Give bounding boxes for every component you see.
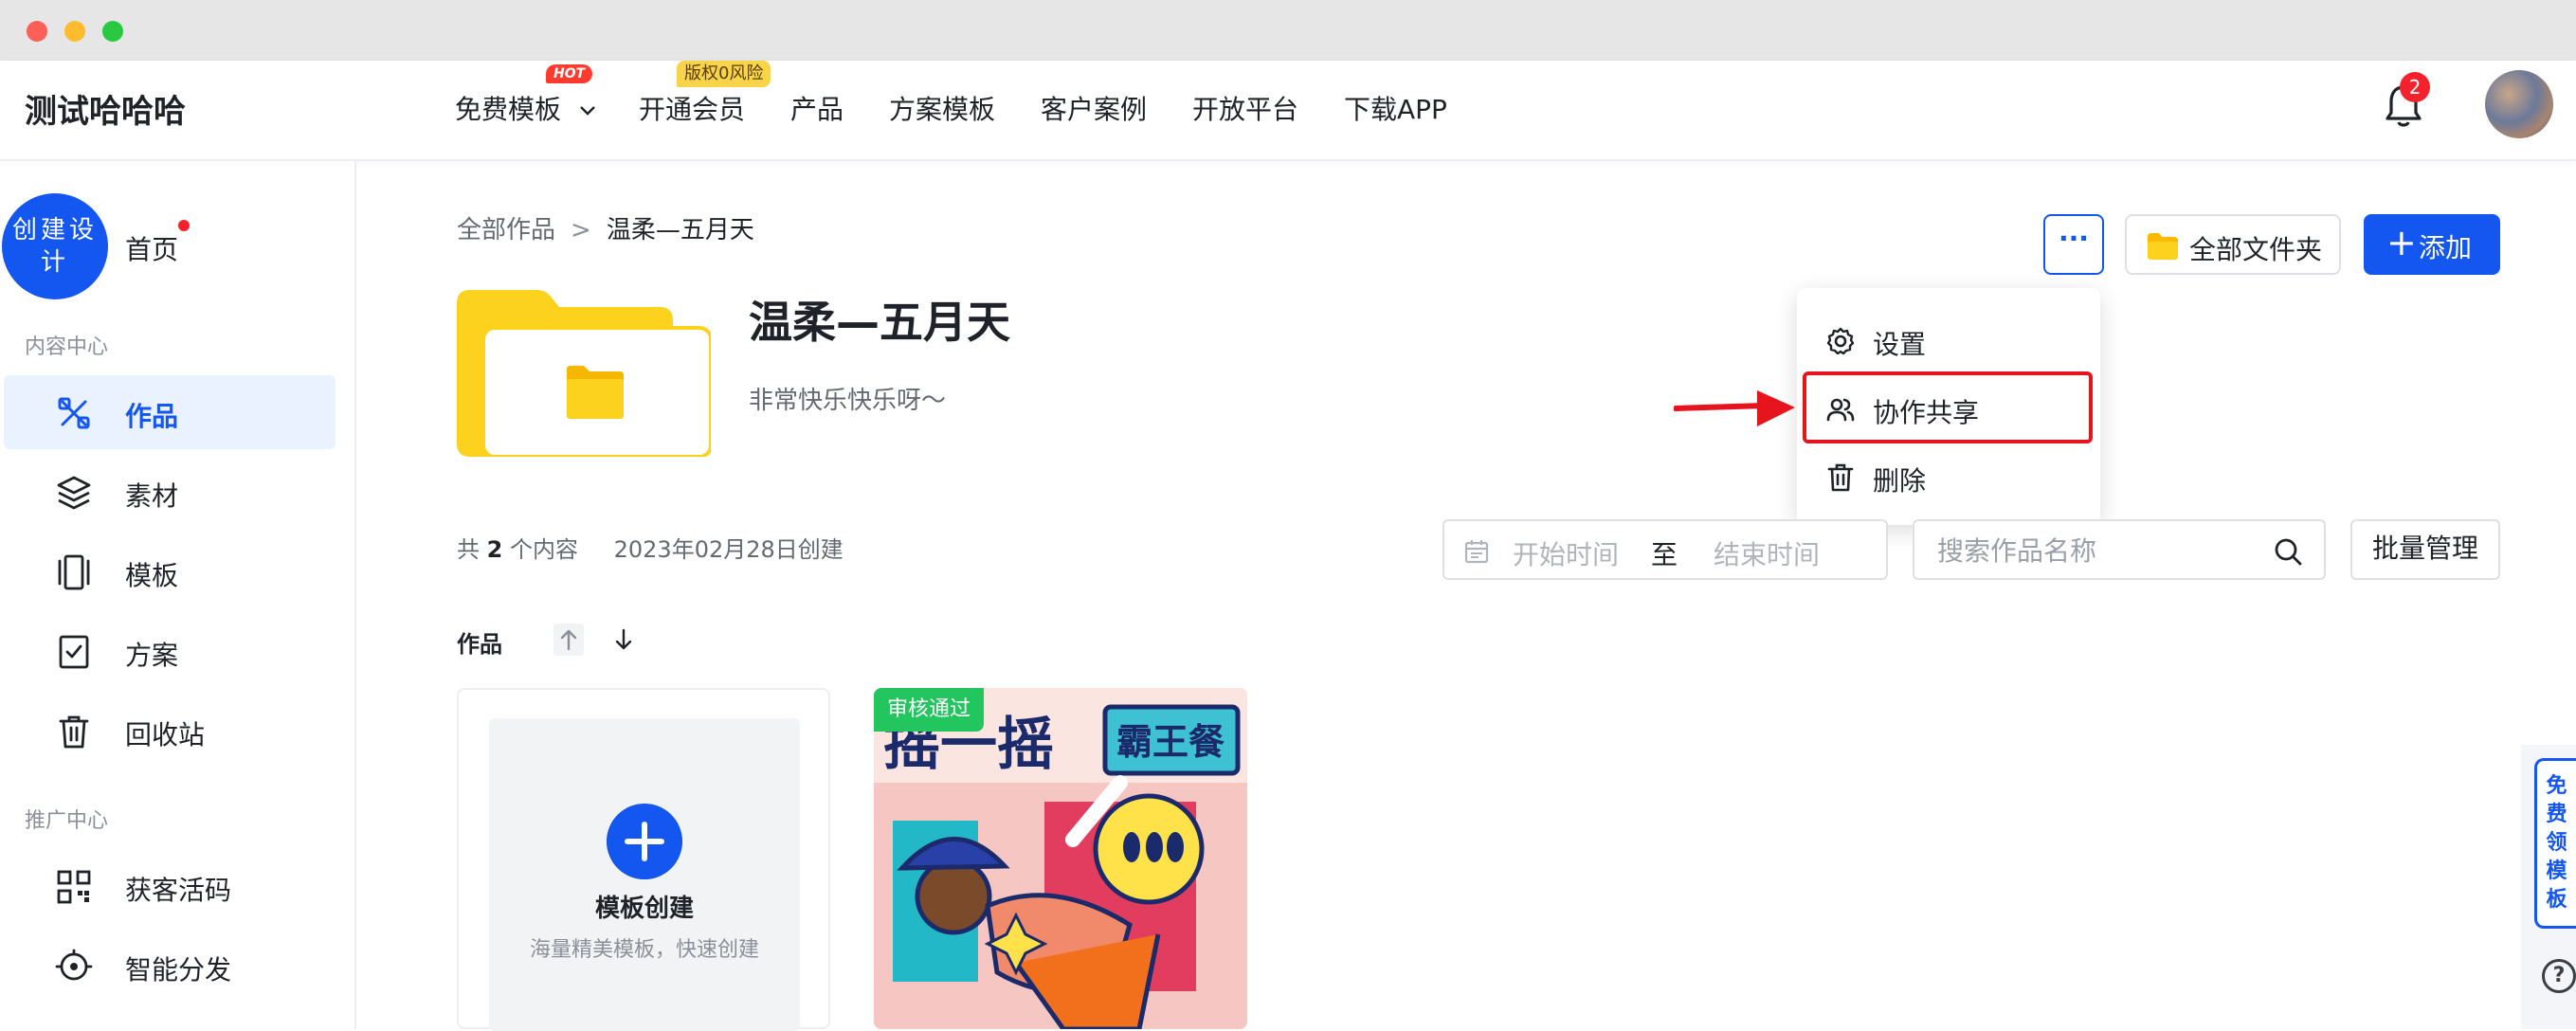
help-icon[interactable]: ? (2542, 959, 2576, 993)
sidebar-item-home[interactable]: 首页 (125, 229, 178, 267)
template-create-card[interactable]: 模板创建 海量精美模板，快速创建 (457, 688, 830, 1031)
minimize-window-button[interactable] (64, 21, 85, 42)
sidebar-item-label: 智能分发 (125, 954, 232, 986)
sidebar-item-works[interactable]: 作品 (4, 375, 336, 449)
sort-descending-icon[interactable] (608, 624, 639, 656)
sort-ascending-icon[interactable] (553, 624, 584, 656)
folder-icon (457, 290, 711, 457)
breadcrumb-current: 温柔—五月天 (606, 216, 754, 244)
distribute-icon (55, 949, 93, 981)
sidebar-item-label: 模板 (125, 560, 179, 591)
sidebar-item-label: 获客活码 (125, 875, 232, 906)
menu-item-delete[interactable]: 删除 (1797, 443, 2100, 506)
breadcrumb-separator: > (571, 216, 591, 244)
top-navigation: 测试哈哈哈 免费模板 开通会员 产品 方案模板 客户案例 开放平台 下载APP (0, 61, 2576, 161)
annotation-arrow-icon (1674, 390, 1795, 426)
search-box (1913, 519, 2326, 580)
created-date: 2023年02月28日创建 (613, 536, 844, 563)
sidebar-item-label: 回收站 (125, 719, 206, 751)
works-icon (58, 397, 90, 429)
count-prefix: 共 (457, 536, 480, 563)
batch-manage-button[interactable]: 批量管理 (2350, 519, 2500, 580)
breadcrumb: 全部作品 > 温柔—五月天 (457, 210, 754, 245)
sidebar-item-label: 素材 (125, 480, 179, 512)
window-titlebar (0, 0, 2576, 61)
folder-title: 温柔—五月天 (749, 297, 1010, 348)
svg-text:霸王餐: 霸王餐 (1116, 721, 1225, 763)
start-date-input[interactable]: 开始时间 (1513, 534, 1619, 572)
layers-icon (57, 476, 91, 510)
date-range-to-label: 至 (1651, 539, 1678, 570)
create-design-button[interactable]: 创建设计 (2, 193, 108, 299)
home-notification-dot (178, 220, 190, 231)
calendar-icon (1464, 540, 1489, 564)
work-thumbnail[interactable]: 摇一摇 霸王餐 (874, 688, 1247, 1029)
nav-customer-cases[interactable]: 客户案例 (1041, 89, 1147, 127)
plus-icon: + (2386, 222, 2417, 263)
section-title-promo: 推广中心 (25, 809, 109, 833)
more-options-button[interactable]: ··· (2043, 214, 2104, 275)
nav-download-app[interactable]: 下载APP (1344, 89, 1447, 127)
free-template-tab[interactable]: 免费领模板 (2534, 758, 2576, 929)
nav-membership[interactable]: 开通会员 (639, 89, 745, 127)
content-summary: 共 2 个内容 2023年02月28日创建 (457, 531, 844, 564)
template-icon (58, 554, 90, 590)
qrcode-icon (57, 870, 91, 904)
close-window-button[interactable] (27, 21, 47, 42)
nav-free-templates[interactable]: 免费模板 (455, 89, 596, 127)
sidebar-item-materials[interactable]: 素材 (4, 455, 336, 529)
template-create-title: 模板创建 (594, 895, 694, 923)
nav-solution-templates[interactable]: 方案模板 (889, 89, 995, 127)
section-title-content: 内容中心 (25, 335, 109, 359)
annotation-highlight-box (1803, 371, 2093, 443)
chevron-down-icon (580, 106, 595, 116)
vip-badge: 版权0风险 (677, 61, 771, 87)
folder-description: 非常快乐快乐呀～ (749, 387, 947, 415)
trash-icon (59, 715, 89, 749)
folder-icon (2148, 233, 2178, 260)
sidebar-item-lead-qrcode[interactable]: 获客活码 (4, 849, 336, 923)
plus-icon (607, 804, 682, 879)
works-section-label: 作品 (457, 631, 502, 658)
sidebar-item-label: 作品 (125, 401, 179, 432)
maximize-window-button[interactable] (102, 21, 123, 42)
menu-item-label: 设置 (1873, 329, 1927, 360)
all-folders-label: 全部文件夹 (2189, 234, 2323, 265)
template-create-subtitle: 海量精美模板，快速创建 (529, 938, 759, 962)
hot-badge: HOT (546, 64, 593, 83)
breadcrumb-root[interactable]: 全部作品 (457, 216, 555, 244)
nav-open-platform[interactable]: 开放平台 (1192, 89, 1298, 127)
menu-item-label: 删除 (1873, 465, 1927, 497)
search-icon[interactable] (2273, 536, 2303, 567)
search-input[interactable] (1937, 533, 2259, 569)
count-suffix: 个内容 (509, 536, 578, 563)
trash-icon (1827, 463, 1854, 492)
date-range-picker[interactable]: 开始时间 至 结束时间 (1442, 519, 1888, 580)
sidebar-item-distribute[interactable]: 智能分发 (4, 929, 336, 1003)
sidebar-item-recycle[interactable]: 回收站 (4, 694, 336, 768)
add-label: 添加 (2419, 232, 2473, 263)
end-date-input[interactable]: 结束时间 (1714, 534, 1820, 572)
nav-free-templates-label: 免费模板 (455, 94, 562, 125)
content-count: 2 (486, 536, 503, 563)
status-badge: 审核通过 (874, 688, 985, 732)
menu-item-settings[interactable]: 设置 (1797, 307, 2100, 370)
sidebar-item-solutions[interactable]: 方案 (4, 614, 336, 688)
create-design-label: 创建设计 (11, 216, 98, 277)
add-button[interactable]: + 添加 (2364, 214, 2500, 275)
avatar[interactable] (2485, 70, 2553, 138)
nav-products[interactable]: 产品 (790, 89, 844, 127)
notification-badge: 2 (2400, 72, 2430, 102)
sidebar-item-templates[interactable]: 模板 (4, 534, 336, 608)
sidebar-item-label: 方案 (125, 640, 179, 671)
all-folders-button[interactable]: 全部文件夹 (2125, 214, 2341, 275)
brand-name[interactable]: 测试哈哈哈 (25, 85, 186, 132)
checklist-icon (59, 635, 89, 669)
gear-icon (1826, 327, 1855, 355)
